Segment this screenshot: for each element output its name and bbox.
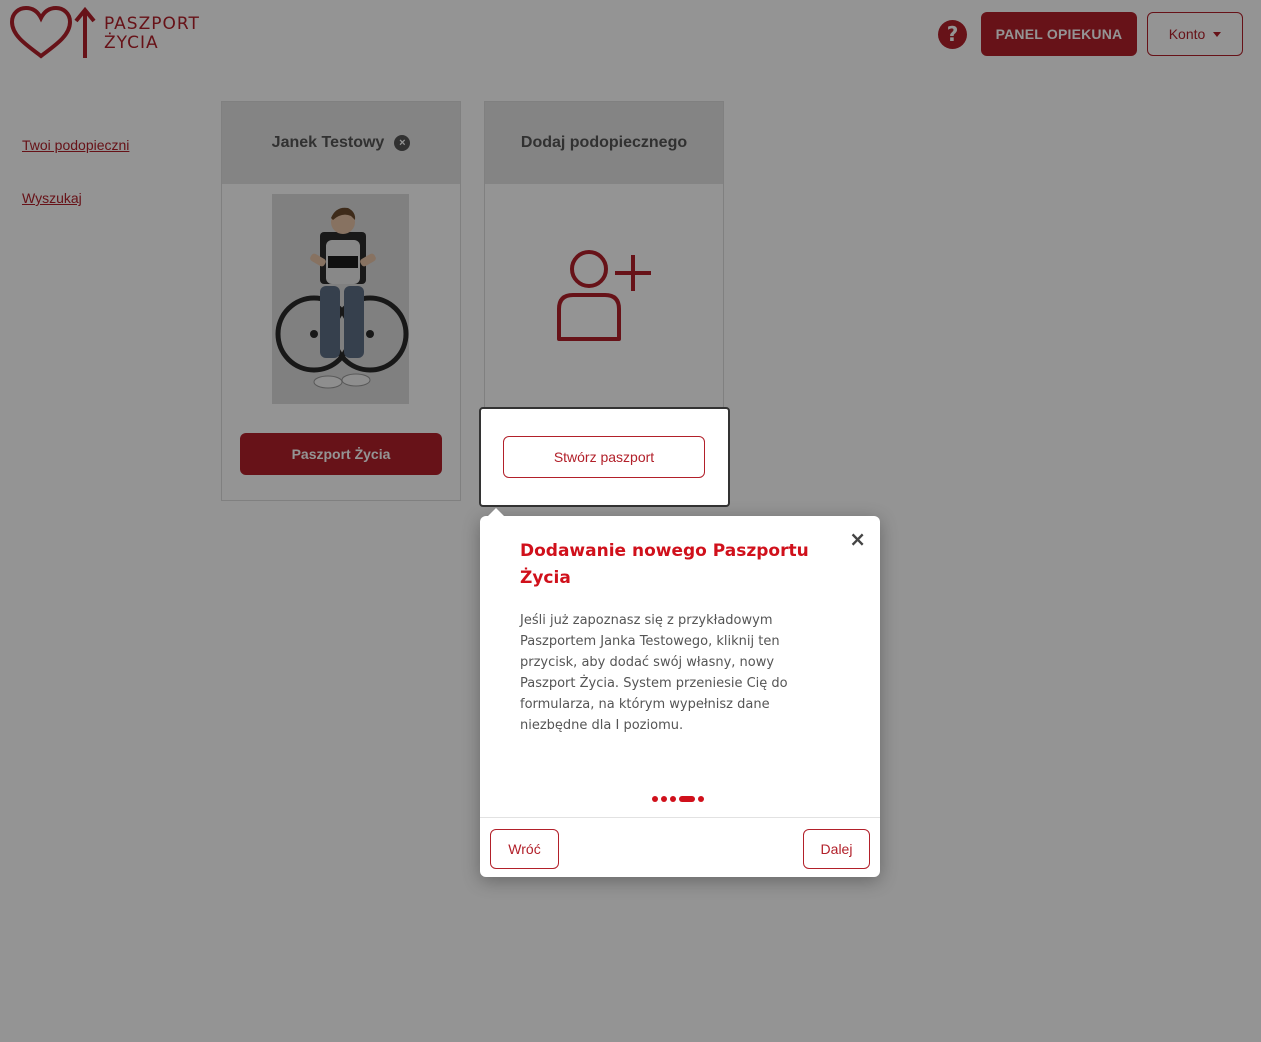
tour-popover: × Dodawanie nowego Paszportu Życia Jeśli…: [480, 508, 880, 877]
tour-footer: Wróć Dalej: [480, 817, 880, 877]
tour-step-dot[interactable]: [670, 796, 676, 802]
popover-arrow: [488, 508, 504, 516]
next-button[interactable]: Dalej: [803, 829, 870, 869]
tour-description: Jeśli już zapoznasz się z przykładowym P…: [520, 613, 788, 733]
close-icon[interactable]: ×: [849, 529, 866, 549]
tour-progress-dots: [652, 796, 704, 802]
tour-title: Dodawanie nowego Paszportu Życia: [520, 541, 809, 588]
tour-highlight: Stwórz paszport: [479, 407, 730, 507]
create-passport-button[interactable]: Stwórz paszport: [503, 436, 705, 478]
tour-step-dot[interactable]: [698, 796, 704, 802]
tour-step-dot-active[interactable]: [679, 796, 695, 802]
tour-step-dot[interactable]: [661, 796, 667, 802]
tour-step-dot[interactable]: [652, 796, 658, 802]
back-button[interactable]: Wróć: [490, 829, 559, 869]
